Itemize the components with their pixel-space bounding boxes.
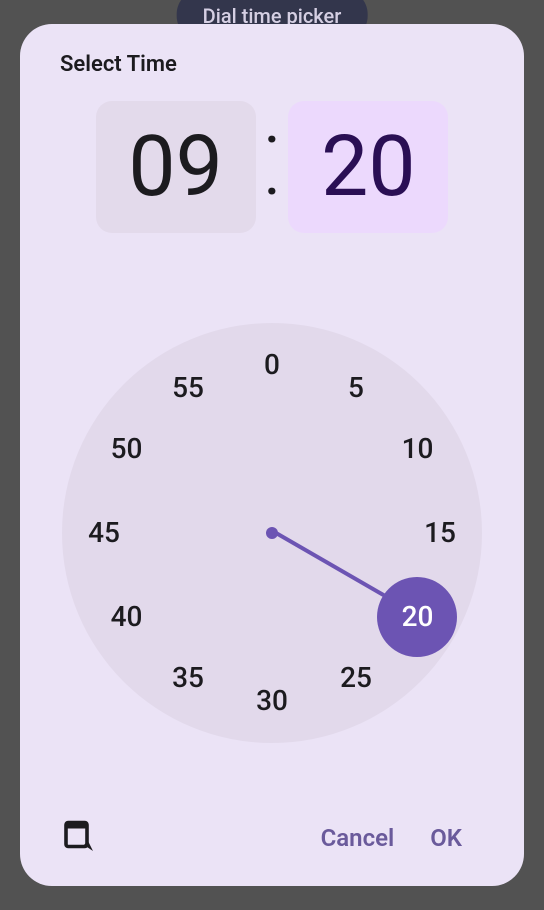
dialog-title: Select Time xyxy=(42,52,502,77)
clock-dial[interactable]: 0510 15 2025 30 3540 45 5055 xyxy=(62,323,482,743)
minute-tick-45[interactable]: 45 xyxy=(79,508,129,558)
cancel-button[interactable]: Cancel xyxy=(303,816,413,860)
minute-tick-10[interactable]: 10 xyxy=(392,424,442,474)
hours-field[interactable]: 09 xyxy=(96,101,256,233)
keyboard-input-icon[interactable] xyxy=(60,818,96,858)
minute-tick-35[interactable]: 35 xyxy=(163,653,213,703)
minute-tick-50[interactable]: 50 xyxy=(102,424,152,474)
minute-tick-15[interactable]: 15 xyxy=(415,508,465,558)
time-separator: ·· xyxy=(264,125,281,209)
clock-center-dot xyxy=(266,527,278,539)
minute-tick-0[interactable]: 0 xyxy=(247,340,297,390)
minute-tick-25[interactable]: 25 xyxy=(331,653,381,703)
time-picker-dialog: Select Time 09 ·· 20 0510152025303540455… xyxy=(20,24,524,886)
minute-tick-55[interactable]: 55 xyxy=(163,362,213,412)
time-display-row: 09 ·· 20 xyxy=(42,101,502,233)
clock-container: 0510 15 2025 30 3540 45 5055 xyxy=(42,263,502,802)
minute-tick-20[interactable]: 20 xyxy=(392,592,442,642)
minute-tick-30[interactable]: 30 xyxy=(247,676,297,726)
minutes-field[interactable]: 20 xyxy=(288,101,448,233)
dialog-actions: Cancel OK xyxy=(42,802,502,866)
minute-tick-5[interactable]: 5 xyxy=(331,362,381,412)
ok-button[interactable]: OK xyxy=(412,816,480,860)
minute-tick-40[interactable]: 40 xyxy=(102,592,152,642)
